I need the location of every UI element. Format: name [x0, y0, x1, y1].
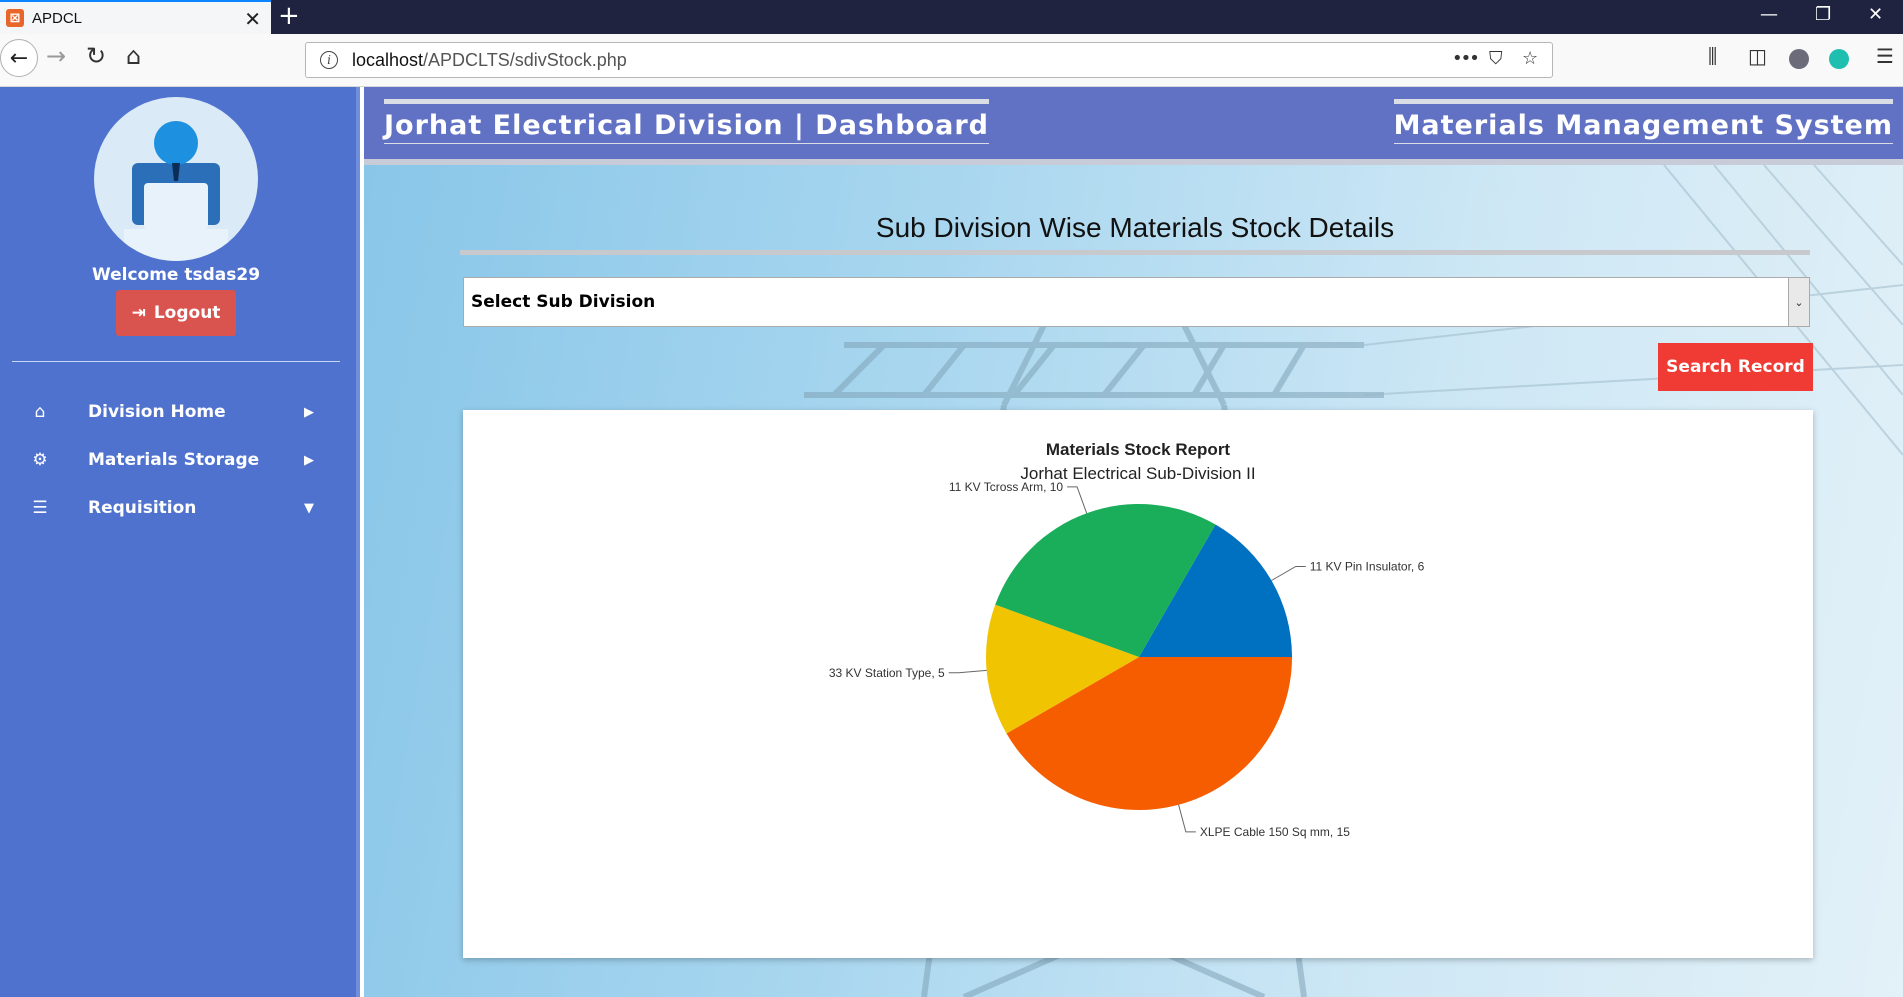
chart-card: Materials Stock Report Jorhat Electrical… — [463, 410, 1813, 958]
site-favicon-icon: ⊠ — [6, 9, 24, 27]
sidebar-item-materials-storage[interactable]: ⚙ Materials Storage ▶ — [0, 440, 352, 480]
restore-icon[interactable]: ❐ — [1815, 4, 1831, 25]
slice-label: 33 KV Station Type, 5 — [829, 666, 945, 680]
caret-down-icon: ▼ — [304, 500, 314, 516]
tab-title: APDCL — [32, 9, 83, 27]
gear-icon: ⚙ — [32, 450, 48, 470]
page: Welcome tsdas29 ⇥ Logout ⌂ Division Home… — [0, 87, 1903, 997]
sub-division-select[interactable]: Select Sub Division ⌄ — [463, 277, 1810, 327]
sign-out-icon: ⇥ — [131, 303, 146, 323]
division-dashboard-title: Jorhat Electrical Division | Dashboard — [384, 99, 989, 144]
main-content: Jorhat Electrical Division | Dashboard M… — [364, 87, 1903, 997]
page-actions-icon[interactable]: ••• — [1452, 48, 1480, 69]
slice-leader-line — [1178, 804, 1196, 833]
caret-right-icon: ▶ — [304, 452, 314, 468]
list-icon: ☰ — [32, 498, 48, 518]
heading-divider — [460, 250, 1810, 255]
system-title: Materials Management System — [1393, 99, 1893, 144]
chevron-down-icon[interactable]: ⌄ — [1788, 278, 1809, 326]
sidebar-item-label: Requisition — [88, 498, 197, 518]
page-title: Sub Division Wise Materials Stock Detail… — [875, 212, 1395, 243]
home-icon[interactable]: ⌂ — [126, 42, 141, 70]
sidebar-item-requisition[interactable]: ☰ Requisition ▼ — [0, 488, 352, 528]
sidebar-divider — [12, 361, 340, 362]
sidebar-toggle-icon[interactable]: ◫ — [1748, 44, 1767, 68]
sidebar-item-label: Division Home — [88, 402, 226, 422]
account-avatar-icon[interactable] — [1789, 49, 1809, 69]
menu-hamburger-icon[interactable]: ☰ — [1876, 44, 1894, 68]
slice-leader-line — [1067, 486, 1088, 514]
chart-title: Materials Stock Report — [1046, 440, 1231, 459]
back-icon[interactable]: ← — [0, 39, 38, 77]
browser-nav-bar: ← → ↻ ⌂ i localhost/APDCLTS/sdivStock.ph… — [0, 34, 1903, 87]
page-header: Jorhat Electrical Division | Dashboard M… — [364, 87, 1903, 165]
sidebar: Welcome tsdas29 ⇥ Logout ⌂ Division Home… — [0, 87, 360, 997]
browser-tab[interactable]: ⊠ APDCL ✕ — [0, 0, 271, 34]
reload-icon[interactable]: ↻ — [86, 42, 106, 70]
sidebar-item-division-home[interactable]: ⌂ Division Home ▶ — [0, 392, 352, 432]
slice-label: 11 KV Pin Insulator, 6 — [1310, 560, 1425, 574]
caret-right-icon: ▶ — [304, 404, 314, 420]
new-tab-icon[interactable]: + — [278, 1, 300, 31]
slice-leader-line — [948, 669, 987, 674]
logout-button[interactable]: ⇥ Logout — [116, 290, 236, 336]
user-icon — [124, 121, 228, 261]
pie-chart: Materials Stock Report Jorhat Electrical… — [829, 440, 1425, 839]
select-value: Select Sub Division — [471, 292, 656, 312]
forward-icon[interactable]: → — [46, 42, 66, 70]
browser-tab-bar: ⊠ APDCL ✕ + — ❐ ✕ — [0, 0, 1903, 34]
site-info-icon[interactable]: i — [320, 51, 338, 69]
slice-leader-line — [1271, 566, 1306, 581]
user-avatar — [94, 97, 258, 261]
slice-label: 11 KV Tcross Arm, 10 — [949, 480, 1064, 494]
search-record-button[interactable]: Search Record — [1658, 343, 1813, 391]
window-close-icon[interactable]: ✕ — [1868, 4, 1883, 25]
logout-label: Logout — [153, 303, 221, 323]
url-text[interactable]: localhost/APDCLTS/sdivStock.php — [352, 50, 627, 71]
pocket-icon[interactable]: ⛉ — [1489, 48, 1503, 69]
home-icon: ⌂ — [34, 402, 46, 422]
library-icon[interactable]: ⫼ — [1708, 44, 1717, 68]
slice-label: XLPE Cable 150 Sq mm, 15 — [1200, 825, 1350, 839]
close-tab-icon[interactable]: ✕ — [244, 7, 261, 31]
welcome-text: Welcome tsdas29 — [91, 265, 261, 285]
minimize-icon[interactable]: — — [1760, 4, 1778, 25]
extension-icon[interactable] — [1829, 49, 1849, 69]
bookmark-star-icon[interactable]: ☆ — [1522, 48, 1538, 69]
address-bar[interactable]: i localhost/APDCLTS/sdivStock.php ••• ⛉ … — [305, 42, 1553, 78]
sidebar-item-label: Materials Storage — [88, 450, 260, 470]
